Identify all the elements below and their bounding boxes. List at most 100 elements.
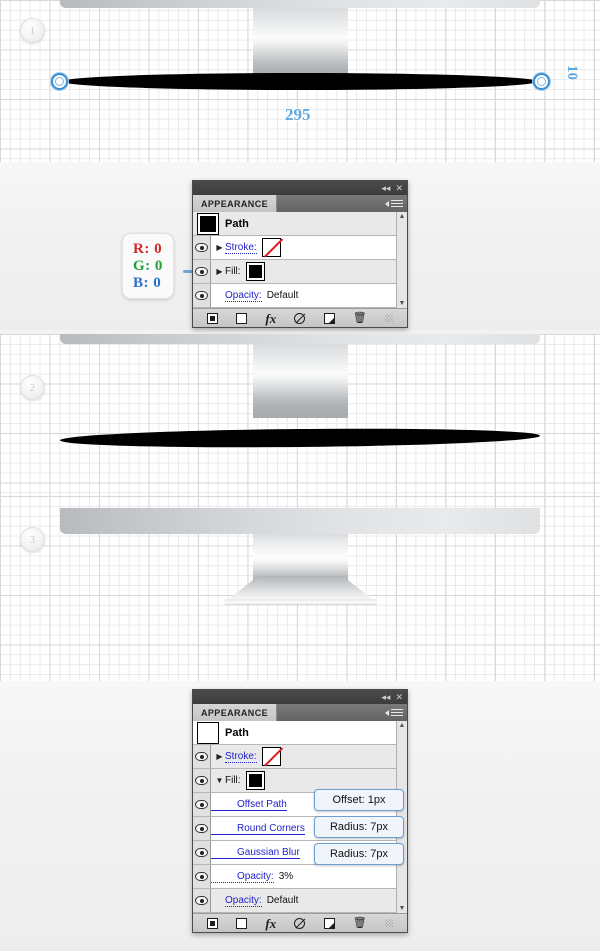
scroll-down-icon[interactable]: ▼	[399, 904, 406, 913]
scroll-up-icon[interactable]: ▲	[399, 212, 406, 221]
stroke-swatch-none[interactable]	[261, 238, 281, 257]
tab-appearance[interactable]: APPEARANCE	[193, 195, 278, 212]
eye-icon	[195, 872, 208, 881]
visibility-toggle-round-corners[interactable]	[193, 817, 211, 840]
add-new-effect-icon[interactable]: fx	[265, 312, 276, 325]
eye-icon	[195, 848, 208, 857]
object-label: Path	[225, 217, 249, 230]
panel-footer-bottom: fx 🗑	[193, 913, 407, 932]
fill-swatch-black[interactable]	[245, 771, 265, 790]
visibility-toggle-stroke[interactable]	[193, 236, 211, 259]
rgb-g-value: G: 0	[133, 258, 163, 274]
add-new-stroke-icon[interactable]	[207, 917, 219, 929]
eye-icon	[195, 267, 208, 276]
visibility-toggle-opacity[interactable]	[193, 284, 211, 307]
panel-row-stroke[interactable]: ▶ Stroke:	[193, 745, 396, 769]
monitor-neck-1	[253, 8, 348, 82]
close-icon[interactable]: ✕	[395, 692, 403, 702]
anchor-point-right[interactable]	[533, 73, 550, 90]
anchor-point-left[interactable]	[51, 73, 68, 90]
monitor-body-3	[60, 508, 540, 534]
resize-grip-icon[interactable]	[384, 919, 393, 927]
appearance-panel-bottom[interactable]: ◂◂ ✕ APPEARANCE Path ▶ Stroke: ▼ Fill: O…	[192, 689, 408, 933]
clear-appearance-icon[interactable]	[294, 312, 306, 324]
visibility-toggle-fill[interactable]	[193, 260, 211, 283]
panel-tabbar-top: APPEARANCE	[193, 195, 407, 212]
opacity-label-object[interactable]: Opacity:	[225, 895, 262, 907]
add-new-effect-icon[interactable]: fx	[265, 917, 276, 930]
visibility-toggle-offset-path[interactable]	[193, 793, 211, 816]
disclosure-triangle-fill[interactable]: ▼	[214, 776, 225, 785]
visibility-toggle-fill[interactable]	[193, 769, 211, 792]
visibility-toggle-opacity-object[interactable]	[193, 889, 211, 912]
base-shadow-ellipse-2	[59, 426, 541, 450]
duplicate-item-icon[interactable]	[323, 312, 335, 324]
panel-menu-icon[interactable]	[391, 707, 403, 718]
tab-appearance[interactable]: APPEARANCE	[193, 704, 278, 721]
panel-body-top: Path ▶ Stroke: ▶ Fill: Opacity: Default	[193, 212, 407, 308]
eye-icon	[195, 824, 208, 833]
panel-row-object[interactable]: Path	[193, 212, 396, 236]
delete-item-icon[interactable]: 🗑	[353, 312, 367, 324]
eye-icon	[195, 291, 208, 300]
close-icon[interactable]: ✕	[395, 183, 403, 193]
eye-icon	[195, 243, 208, 252]
disclosure-triangle-stroke[interactable]: ▶	[214, 243, 225, 252]
panel-row-opacity-object[interactable]: Opacity: Default	[193, 889, 396, 913]
fill-label[interactable]: Fill:	[225, 775, 241, 786]
effect-label-round-corners[interactable]: Round Corners	[211, 823, 305, 835]
disclosure-triangle-stroke[interactable]: ▶	[214, 752, 225, 761]
add-new-stroke-icon[interactable]	[207, 312, 219, 324]
panel-row-opacity-fill[interactable]: Opacity: 3%	[193, 865, 396, 889]
tooltip-offset-path: Offset: 1px	[314, 789, 404, 811]
rgb-r-value: R: 0	[133, 241, 163, 257]
monitor-body-2	[60, 334, 540, 344]
eye-icon	[195, 896, 208, 905]
effect-label-offset-path[interactable]: Offset Path	[211, 799, 287, 811]
panel-menu-icon[interactable]	[391, 198, 403, 209]
resize-grip-icon[interactable]	[384, 314, 393, 322]
stroke-label[interactable]: Stroke:	[225, 751, 257, 763]
opacity-value-object: Default	[266, 895, 299, 906]
panel-menu-arrow-icon[interactable]	[385, 709, 389, 716]
step-badge-1: 1	[20, 18, 45, 43]
fill-label[interactable]: Fill:	[225, 266, 241, 277]
fill-swatch-black[interactable]	[245, 262, 265, 281]
canvas-step-2: 2	[0, 334, 600, 496]
duplicate-item-icon[interactable]	[323, 917, 335, 929]
delete-item-icon[interactable]: 🗑	[353, 917, 367, 929]
stroke-label[interactable]: Stroke:	[225, 242, 257, 254]
appearance-panel-top[interactable]: ◂◂ ✕ APPEARANCE Path ▶ Stroke: ▶ Fill: O…	[192, 180, 408, 328]
panel-footer-top: fx 🗑	[193, 308, 407, 327]
canvas-step-3: 3	[0, 496, 600, 681]
add-new-fill-icon[interactable]	[236, 312, 248, 324]
panel-scrollbar-top[interactable]: ▲ ▼	[396, 212, 407, 308]
visibility-toggle-opacity-fill[interactable]	[193, 865, 211, 888]
panel-tabbar-bottom: APPEARANCE	[193, 704, 407, 721]
visibility-toggle-stroke[interactable]	[193, 745, 211, 768]
collapse-icon[interactable]: ◂◂	[381, 183, 390, 193]
panel-row-object[interactable]: Path	[193, 721, 396, 745]
scroll-up-icon[interactable]: ▲	[399, 721, 406, 730]
clear-appearance-icon[interactable]	[294, 917, 306, 929]
eye-icon	[195, 752, 208, 761]
scroll-down-icon[interactable]: ▼	[399, 299, 406, 308]
panel-menu-area	[277, 704, 407, 721]
stroke-swatch-none[interactable]	[261, 747, 281, 766]
opacity-label-fill[interactable]: Opacity:	[211, 871, 274, 883]
visibility-toggle-gaussian-blur[interactable]	[193, 841, 211, 864]
object-thumbnail	[197, 721, 219, 744]
base-shadow-ellipse-1	[62, 73, 538, 90]
collapse-icon[interactable]: ◂◂	[381, 692, 390, 702]
disclosure-triangle-fill[interactable]: ▶	[214, 267, 225, 276]
panel-row-opacity[interactable]: Opacity: Default	[193, 284, 396, 308]
object-thumbnail	[197, 212, 219, 235]
add-new-fill-icon[interactable]	[236, 917, 248, 929]
eye-icon	[195, 776, 208, 785]
panel-titlebar-top: ◂◂ ✕	[193, 181, 407, 195]
panel-menu-arrow-icon[interactable]	[385, 200, 389, 207]
panel-row-fill[interactable]: ▶ Fill:	[193, 260, 396, 284]
effect-label-gaussian-blur[interactable]: Gaussian Blur	[211, 847, 300, 859]
panel-row-stroke[interactable]: ▶ Stroke:	[193, 236, 396, 260]
opacity-label[interactable]: Opacity:	[225, 290, 262, 302]
